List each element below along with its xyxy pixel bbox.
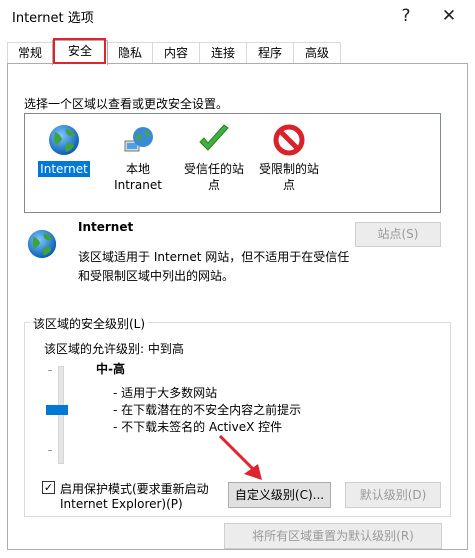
tab-programs[interactable]: 程序	[246, 42, 294, 64]
security-level-group-title: 该区域的安全级别(L)	[30, 315, 149, 332]
zone-restricted-label-line2: 点	[282, 178, 295, 192]
annotation-arrow-icon	[214, 432, 270, 484]
protected-mode-checkbox[interactable]: ✓	[42, 481, 55, 494]
zone-info-globe-icon	[26, 228, 58, 260]
tab-advanced[interactable]: 高级	[293, 42, 341, 64]
security-level-slider-thumb[interactable]	[46, 405, 68, 415]
zone-info-name: Internet	[78, 220, 134, 234]
tab-general[interactable]: 常规	[7, 42, 53, 64]
default-level-button[interactable]: 默认级别(D)	[345, 482, 441, 508]
zone-internet-label: Internet	[38, 161, 90, 177]
zone-restricted-sites[interactable]: 受限制的站 点	[253, 116, 325, 193]
allowed-level-text: 该区域的允许级别: 中到高	[44, 342, 184, 356]
protected-mode-label-line1: 启用保护模式(要求重新启动	[60, 482, 209, 496]
security-level-slider-track[interactable]	[58, 366, 64, 464]
protected-mode-label-line2: Internet Explorer)(P)	[60, 497, 183, 511]
zone-internet[interactable]: Internet	[28, 116, 100, 177]
intranet-icon	[121, 123, 155, 157]
window-title: Internet 选项	[12, 11, 94, 26]
help-button[interactable]: ?	[386, 2, 426, 30]
tab-highlight-box	[53, 38, 106, 64]
checkmark-icon	[197, 123, 231, 157]
zone-trusted-sites[interactable]: 受信任的站 点	[178, 116, 250, 193]
zone-restricted-label-line1: 受限制的站	[258, 162, 319, 176]
custom-level-button[interactable]: 自定义级别(C)...	[228, 482, 331, 508]
zone-trusted-label-line1: 受信任的站	[183, 162, 244, 176]
reset-all-zones-button[interactable]: 将所有区域重置为默认级别(R)	[224, 523, 442, 549]
sites-button[interactable]: 站点(S)	[355, 222, 441, 247]
restricted-icon	[272, 123, 306, 157]
zone-info-desc-line1: 该区域适用于 Internet 网站，但不适用于在受信任	[78, 250, 350, 264]
tab-privacy[interactable]: 隐私	[107, 42, 153, 64]
zone-intranet-label-line2: Intranet	[114, 178, 162, 192]
level-bullet-2: - 在下载潜在的不安全内容之前提示	[113, 403, 302, 417]
level-name: 中-高	[96, 362, 125, 376]
zone-trusted-label-line2: 点	[207, 178, 220, 192]
tab-connections[interactable]: 连接	[199, 42, 247, 64]
zone-info-desc-line2: 和受限制区域中列出的网站。	[78, 269, 235, 283]
zone-intranet-label-line1: 本地	[125, 162, 150, 176]
globe-icon	[47, 123, 81, 157]
close-button[interactable]: ✕	[429, 2, 469, 30]
instruction-text: 选择一个区域以查看或更改安全设置。	[24, 97, 229, 111]
level-bullet-1: - 适用于大多数网站	[113, 386, 218, 400]
zone-local-intranet[interactable]: 本地 Intranet	[102, 116, 174, 193]
slider-tick	[48, 450, 52, 451]
slider-tick	[48, 370, 52, 371]
tab-content[interactable]: 内容	[152, 42, 200, 64]
